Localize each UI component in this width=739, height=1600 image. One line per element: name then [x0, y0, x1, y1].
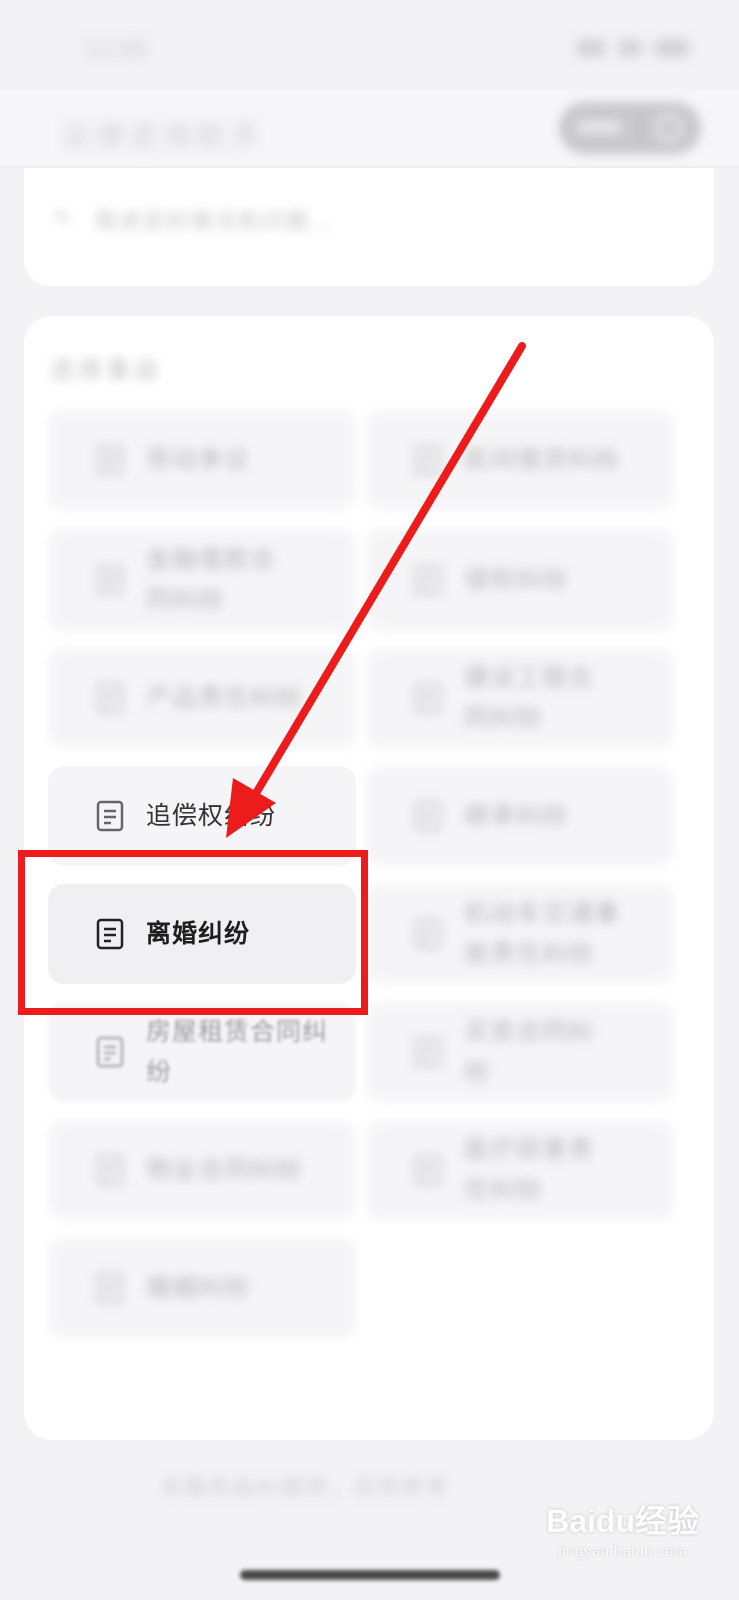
case-item-label: 房屋租赁合同纠纷 [146, 1017, 329, 1086]
document-icon [96, 1036, 124, 1068]
highlight-box [18, 850, 368, 1015]
battery-icon [655, 40, 689, 56]
status-time: 12:00 [84, 38, 148, 63]
case-item-label: 医疗损害责任纠纷 [464, 1135, 595, 1204]
section-title: 选择事由 [50, 356, 162, 384]
document-icon [414, 682, 442, 714]
document-icon [414, 444, 442, 476]
signal-icon [577, 40, 605, 56]
case-item[interactable]: 医疗损害责任纠纷 [366, 1120, 674, 1220]
case-item-label: 侵权纠纷 [464, 565, 569, 594]
case-item[interactable]: 物业合同纠纷 [48, 1120, 356, 1220]
watermark-main: Baidu经验 [546, 1503, 699, 1539]
case-item[interactable]: 民间借贷纠纷 [366, 410, 674, 510]
case-item-label: 劳动争议 [146, 445, 251, 474]
document-icon [96, 682, 124, 714]
case-item-label: 建设工程合同纠纷 [464, 663, 595, 732]
baidu-watermark: Baidu经验 jingyan.baidu.com [546, 1496, 699, 1560]
document-icon [414, 564, 442, 596]
case-item-label: 追偿权纠纷 [146, 801, 277, 830]
case-item[interactable]: 继承纠纷 [366, 766, 674, 866]
document-icon [414, 1036, 442, 1068]
case-item-label: 民间借贷纠纷 [464, 445, 621, 474]
case-item[interactable]: 婚姻纠纷 [48, 1238, 356, 1338]
watermark-sub: jingyan.baidu.com [557, 1544, 688, 1560]
case-item-label: 金融借款合同纠纷 [146, 545, 277, 614]
document-icon [96, 1272, 124, 1304]
home-indicator[interactable] [240, 1570, 500, 1580]
edit-icon: ✎ [54, 206, 71, 230]
case-item[interactable]: 劳动争议 [48, 410, 356, 510]
case-item-label: 继承纠纷 [464, 801, 569, 830]
document-icon [96, 800, 124, 832]
case-item[interactable]: 金融借款合同纠纷 [48, 528, 356, 632]
close-icon[interactable] [655, 114, 683, 142]
case-item[interactable]: 买卖合同纠纷 [366, 1002, 674, 1102]
case-item-label: 婚姻纠纷 [146, 1273, 251, 1302]
top-bar: 法律咨询助手 [0, 90, 739, 168]
more-icon[interactable] [577, 120, 621, 134]
case-item[interactable]: 侵权纠纷 [366, 528, 674, 632]
capsule-divider [639, 114, 641, 142]
document-icon [96, 1154, 124, 1186]
document-icon [414, 1154, 442, 1186]
case-item-label: 产品责任纠纷 [146, 683, 303, 712]
status-icons [577, 40, 689, 56]
wifi-icon [619, 40, 641, 56]
status-bar: 12:00 [0, 0, 739, 90]
document-icon [96, 444, 124, 476]
document-icon [96, 564, 124, 596]
document-icon [414, 800, 442, 832]
page-title: 法律咨询助手 [60, 120, 264, 155]
question-input-card[interactable]: ✎ 简述您的情况和问题… [24, 168, 714, 286]
mini-program-capsule[interactable] [559, 102, 701, 154]
case-item-label: 物业合同纠纷 [146, 1155, 303, 1184]
case-item[interactable]: 建设工程合同纠纷 [366, 648, 674, 748]
document-icon [414, 918, 442, 950]
case-item[interactable]: 机动车交通事故责任纠纷 [366, 884, 674, 984]
question-input-placeholder[interactable]: 简述您的情况和问题… [94, 204, 334, 236]
footer-note: 本服务由AI提供，仅供参考 [160, 1476, 450, 1501]
case-item-house-lease[interactable]: 房屋租赁合同纠纷 [48, 1002, 356, 1102]
case-item[interactable]: 产品责任纠纷 [48, 648, 356, 748]
case-item-label: 机动车交通事故责任纠纷 [464, 899, 621, 968]
case-item-label: 买卖合同纠纷 [464, 1017, 595, 1086]
